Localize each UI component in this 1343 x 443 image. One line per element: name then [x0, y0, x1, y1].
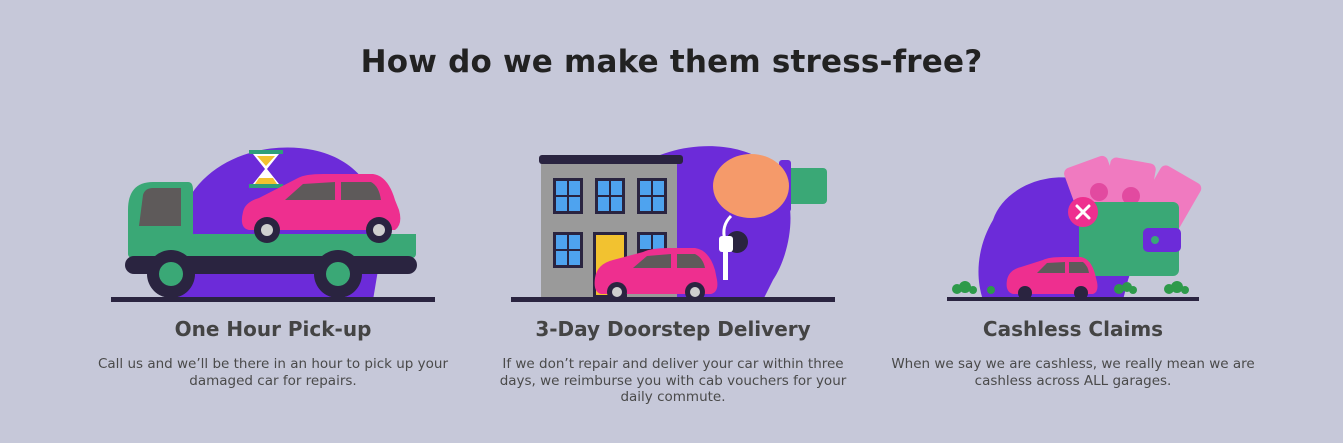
doorstep-delivery-icon [473, 140, 873, 308]
close-icon [1068, 197, 1098, 227]
cashless-wallet-icon [873, 140, 1273, 308]
feature-description: If we don’t repair and deliver your car … [499, 356, 847, 405]
section-title: How do we make them stress-free? [360, 44, 983, 80]
feature-title: One Hour Pick-up [174, 317, 372, 341]
feature-title: Cashless Claims [982, 317, 1164, 341]
feature-description: When we say we are cashless, we really m… [891, 356, 1255, 389]
feature-description: Call us and we’ll be there in an hour to… [97, 356, 449, 389]
feature-title: 3-Day Doorstep Delivery [535, 317, 811, 341]
tow-truck-icon [73, 140, 473, 308]
